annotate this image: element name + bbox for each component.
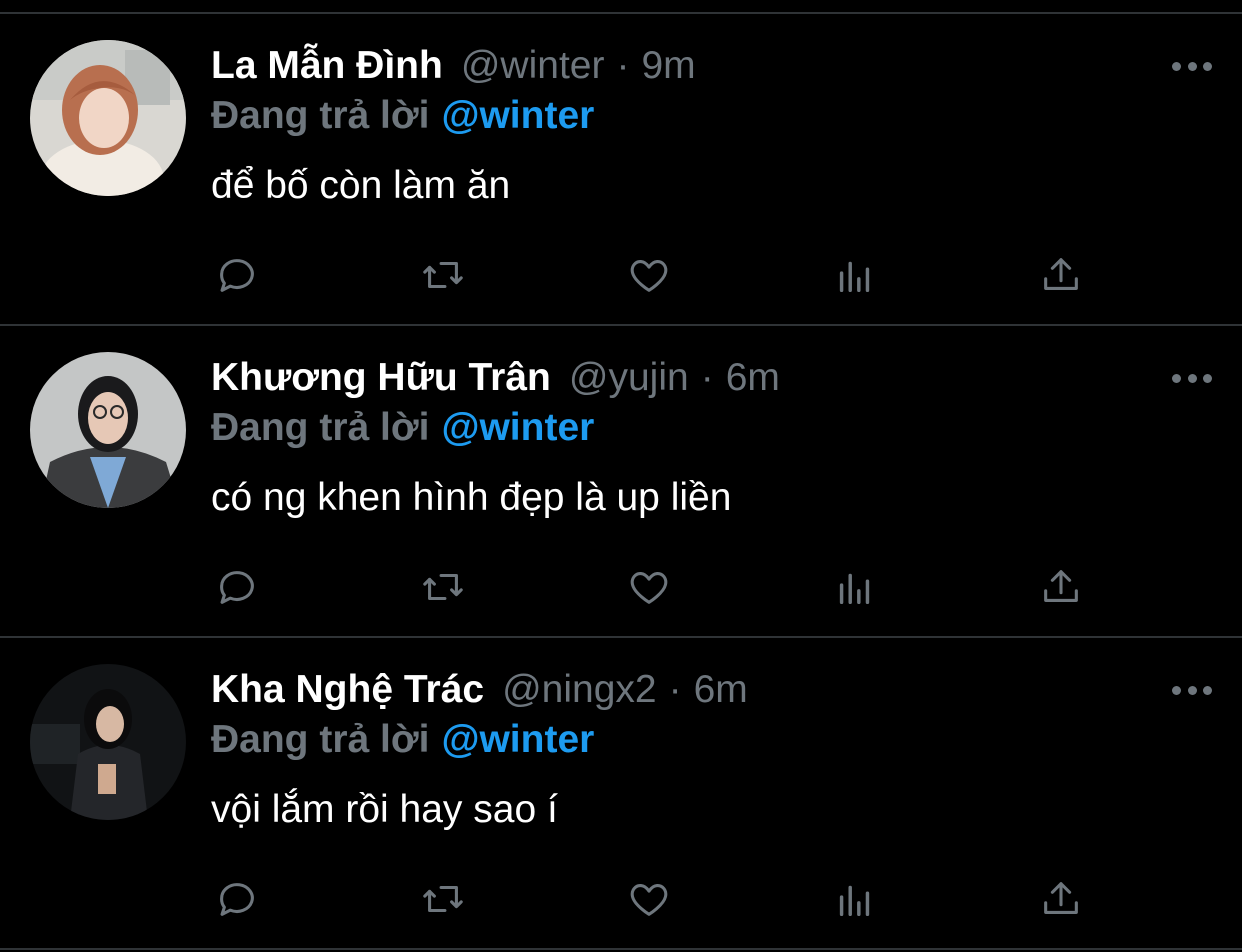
action-bar [0, 250, 1242, 300]
reply-button[interactable] [212, 562, 262, 612]
tweet-header: Kha Nghệ Trác @ningx2 · 6m [211, 666, 748, 714]
reply-button[interactable] [212, 874, 262, 924]
divider [0, 948, 1242, 950]
retweet-button[interactable] [418, 250, 468, 300]
separator-dot: · [616, 44, 630, 87]
retweet-icon [423, 573, 463, 601]
tweet-card[interactable]: Khương Hữu Trân @yujin · 6m Đang trả lời… [0, 326, 1242, 638]
reply-mention-link[interactable]: @winter [441, 718, 594, 761]
like-button[interactable] [624, 562, 674, 612]
analytics-icon [839, 885, 870, 917]
tweet-text: có ng khen hình đẹp là up liền [211, 476, 732, 519]
share-button[interactable] [1036, 250, 1086, 300]
share-button[interactable] [1036, 562, 1086, 612]
reply-context: Đang trả lời @winter [211, 718, 594, 762]
analytics-icon [839, 573, 870, 605]
like-button[interactable] [624, 874, 674, 924]
share-icon [1044, 570, 1078, 602]
reply-prefix: Đang trả lời [211, 718, 430, 761]
analytics-button[interactable] [830, 562, 880, 612]
avatar[interactable] [30, 664, 186, 820]
timestamp[interactable]: 6m [694, 668, 748, 712]
reply-icon [220, 883, 254, 916]
tweet-card[interactable]: La Mẫn Đình @winter · 9m Đang trả lời @wi… [0, 14, 1242, 326]
avatar[interactable] [30, 352, 186, 508]
avatar[interactable] [30, 40, 186, 196]
timestamp[interactable]: 6m [726, 356, 780, 400]
retweet-icon [423, 261, 463, 289]
share-icon [1044, 882, 1078, 914]
analytics-icon [839, 261, 870, 293]
like-button[interactable] [624, 250, 674, 300]
reply-prefix: Đang trả lời [211, 406, 430, 449]
reply-icon [220, 259, 254, 292]
tweet-header: La Mẫn Đình @winter · 9m [211, 42, 696, 90]
reply-icon [220, 571, 254, 604]
timestamp[interactable]: 9m [641, 44, 695, 88]
more-icon[interactable] [1172, 368, 1212, 388]
reply-context: Đang trả lời @winter [211, 406, 594, 450]
retweet-button[interactable] [418, 562, 468, 612]
retweet-icon [423, 885, 463, 913]
like-icon [630, 884, 668, 916]
more-icon[interactable] [1172, 680, 1212, 700]
more-icon[interactable] [1172, 56, 1212, 76]
analytics-button[interactable] [830, 874, 880, 924]
like-icon [630, 572, 668, 604]
action-bar [0, 874, 1242, 924]
separator-dot: · [668, 668, 682, 711]
share-icon [1044, 258, 1078, 290]
tweet-text: vội lắm rồi hay sao í [211, 788, 558, 831]
user-handle[interactable]: @winter [461, 44, 605, 88]
tweet-header: Khương Hữu Trân @yujin · 6m [211, 354, 780, 402]
retweet-button[interactable] [418, 874, 468, 924]
tweet-text: để bố còn làm ăn [211, 164, 511, 207]
user-handle[interactable]: @yujin [569, 356, 689, 400]
display-name[interactable]: Khương Hữu Trân [211, 356, 551, 400]
separator-dot: · [700, 356, 714, 399]
share-button[interactable] [1036, 874, 1086, 924]
reply-prefix: Đang trả lời [211, 94, 430, 137]
tweet-card[interactable]: Kha Nghệ Trác @ningx2 · 6m Đang trả lời @… [0, 638, 1242, 950]
reply-mention-link[interactable]: @winter [441, 406, 594, 449]
reply-context: Đang trả lời @winter [211, 94, 594, 138]
display-name[interactable]: La Mẫn Đình [211, 44, 443, 88]
display-name[interactable]: Kha Nghệ Trác [211, 668, 484, 712]
analytics-button[interactable] [830, 250, 880, 300]
reply-button[interactable] [212, 250, 262, 300]
reply-mention-link[interactable]: @winter [441, 94, 594, 137]
like-icon [630, 260, 668, 292]
user-handle[interactable]: @ningx2 [502, 668, 657, 712]
action-bar [0, 562, 1242, 612]
